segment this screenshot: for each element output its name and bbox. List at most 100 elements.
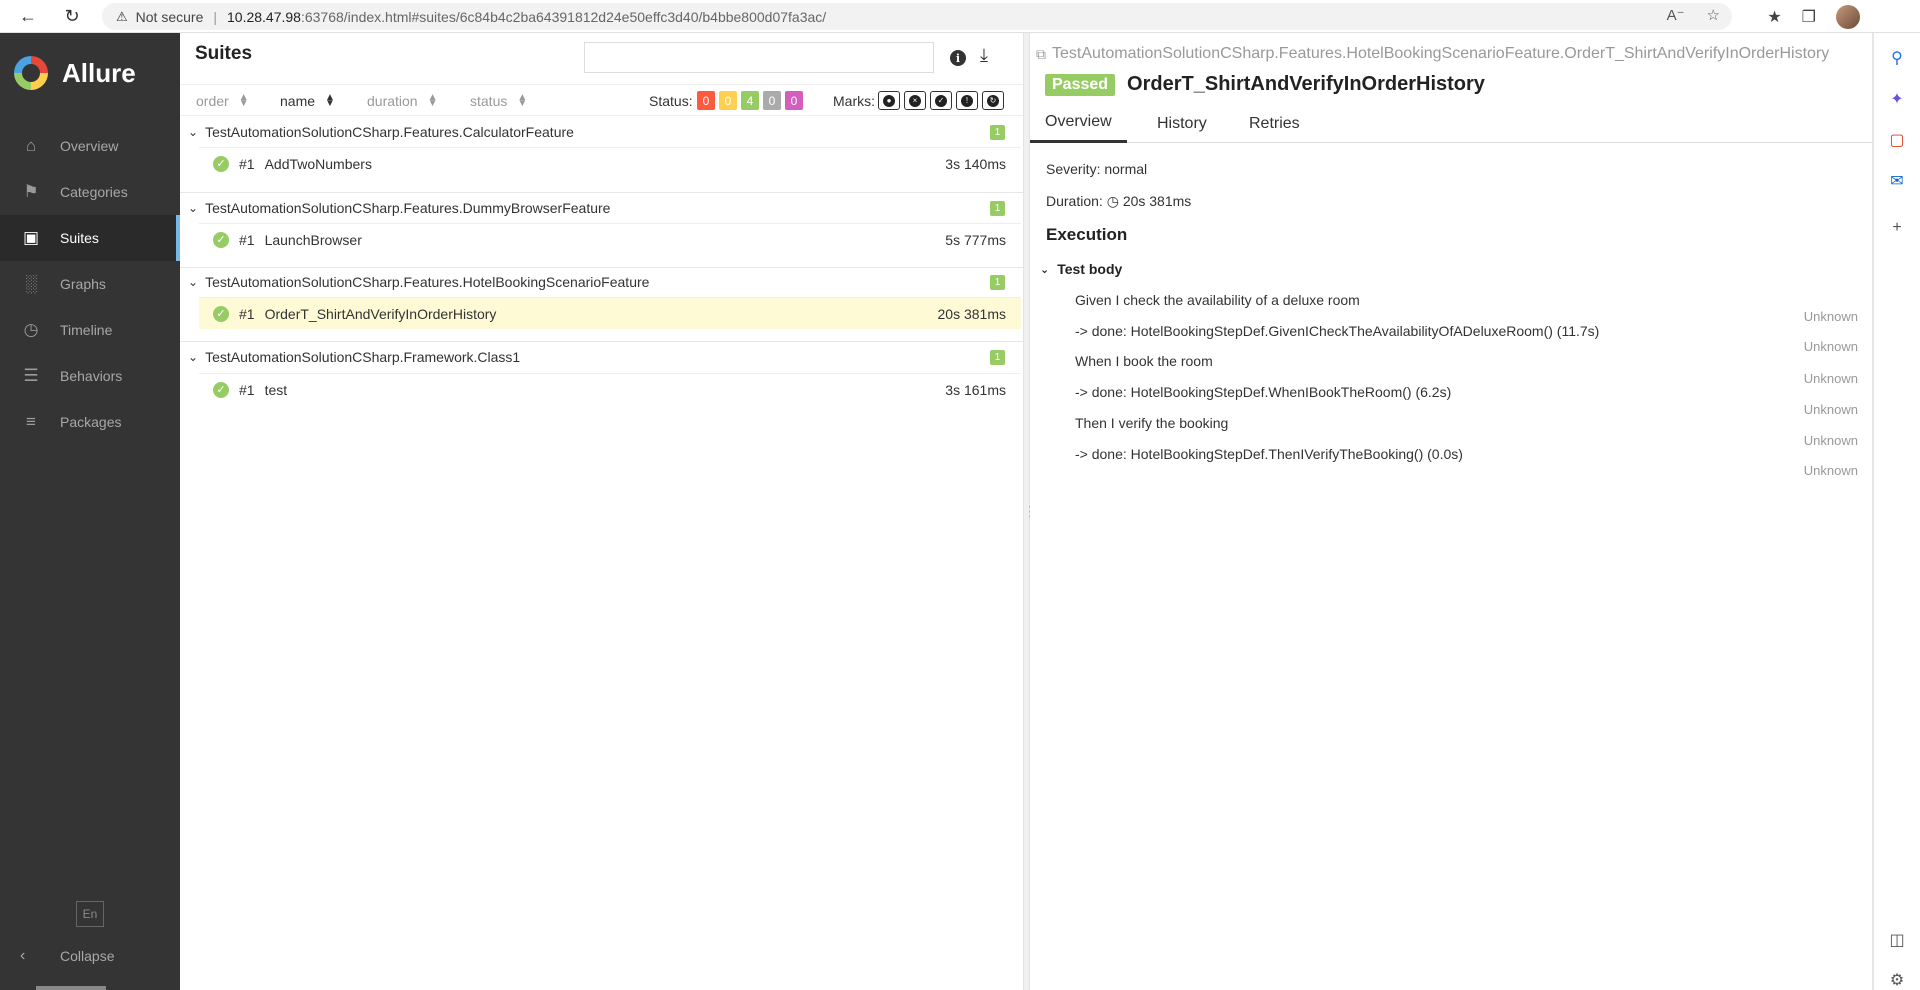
- count-badge: 1: [990, 125, 1005, 140]
- nav-packages[interactable]: ≡ Packages: [0, 399, 180, 445]
- collapse-button[interactable]: ‹ Collapse: [20, 941, 114, 971]
- test-duration: 5s 777ms: [945, 232, 1006, 248]
- nav-overview[interactable]: ⌂ Overview: [0, 123, 180, 169]
- home-icon: ⌂: [25, 136, 37, 155]
- count-badge: 1: [990, 275, 1005, 290]
- favorites-icon[interactable]: ★: [1767, 7, 1781, 27]
- sort-name[interactable]: name ▲ ▼: [280, 92, 335, 110]
- tab-history[interactable]: History: [1142, 104, 1222, 143]
- step-status: Unknown: [1803, 309, 1858, 324]
- mark-new-failed[interactable]: ×: [904, 91, 926, 110]
- chevron-left-icon: ‹: [20, 947, 26, 964]
- nav-label: Categories: [60, 184, 128, 200]
- chevron-down-icon: ⌄: [188, 350, 199, 364]
- step-text: -> done: HotelBookingStepDef.GivenICheck…: [1075, 323, 1600, 339]
- test-row[interactable]: ✓ #1 test 3s 161ms: [199, 373, 1021, 405]
- check-circle-icon: ✓: [213, 305, 229, 322]
- sort-label: name: [280, 93, 316, 109]
- mark-new-passed[interactable]: ✓: [930, 91, 952, 110]
- test-title-row: Passed OrderT_ShirtAndVerifyInOrderHisto…: [1045, 73, 1485, 96]
- suite-group: ⌄ TestAutomationSolutionCSharp.Framework.…: [180, 342, 1023, 372]
- collapse-label: Collapse: [60, 948, 115, 964]
- times-circle-icon: ×: [909, 94, 921, 107]
- read-aloud-icon[interactable]: A⁻: [1667, 6, 1685, 24]
- nav-label: Timeline: [60, 322, 113, 338]
- pane-splitter[interactable]: [1023, 33, 1037, 990]
- address-bar[interactable]: ⚠ Not secure | 10.28.47.98:63768/index.h…: [102, 3, 1732, 30]
- test-name: OrderT_ShirtAndVerifyInOrderHistory: [264, 305, 497, 322]
- step-status: Unknown: [1803, 371, 1858, 386]
- profile-avatar[interactable]: [1836, 4, 1860, 29]
- search-icon[interactable]: ⚲: [1888, 49, 1906, 67]
- nav-label: Graphs: [60, 276, 106, 292]
- status-unknown-badge[interactable]: 0: [785, 91, 803, 110]
- status-failed-badge[interactable]: 0: [697, 91, 715, 110]
- execution-heading: Execution: [1046, 225, 1128, 244]
- nav-label: Packages: [60, 414, 122, 430]
- copilot-icon[interactable]: ✦: [1888, 90, 1906, 108]
- refresh-icon[interactable]: ↻: [52, 0, 92, 33]
- suite-group-header[interactable]: ⌄ TestAutomationSolutionCSharp.Features.D…: [180, 193, 1023, 223]
- mark-flaky[interactable]: ●: [878, 91, 900, 110]
- gear-icon[interactable]: ⚙: [1888, 971, 1906, 989]
- allure-logo[interactable]: Allure: [0, 33, 180, 113]
- download-icon[interactable]: ⤓: [980, 45, 988, 66]
- step-status: Unknown: [1803, 463, 1858, 478]
- list-icon: ☰: [23, 366, 39, 385]
- mark-new-broken[interactable]: !: [956, 91, 978, 110]
- nav-suites[interactable]: ▣ Suites: [0, 215, 180, 261]
- sort-order[interactable]: order ▲ ▼: [196, 92, 249, 110]
- nav-timeline[interactable]: ◷ Timeline: [0, 307, 180, 353]
- test-number: #1: [239, 381, 255, 398]
- nav-label: Suites: [60, 230, 99, 246]
- collections-icon[interactable]: ❐: [1802, 7, 1816, 27]
- test-row-selected[interactable]: ✓ #1 OrderT_ShirtAndVerifyInOrderHistory 20…: [199, 297, 1021, 329]
- suite-group: ⌄ TestAutomationSolutionCSharp.Features.H…: [180, 267, 1023, 297]
- outlook-icon[interactable]: ✉: [1888, 172, 1906, 190]
- sidebar-layout-icon[interactable]: ◫: [1888, 931, 1906, 949]
- sort-status[interactable]: status ▲ ▼: [470, 93, 527, 110]
- tab-overview[interactable]: Overview: [1030, 104, 1127, 143]
- back-arrow-icon[interactable]: ←: [8, 0, 48, 33]
- language-switch[interactable]: En: [76, 901, 104, 927]
- nav-label: Overview: [60, 138, 119, 154]
- exclamation-circle-icon: !: [961, 94, 973, 107]
- sort-label: order: [196, 93, 229, 109]
- browser-sidebar: ⚲ ✦ ▢ ✉ + ◫ ⚙: [1873, 33, 1920, 990]
- office-icon[interactable]: ▢: [1888, 131, 1906, 149]
- test-name: LaunchBrowser: [264, 231, 362, 248]
- nav-graphs[interactable]: ░ Graphs: [0, 261, 180, 307]
- copy-icon[interactable]: ⧉: [1036, 46, 1046, 63]
- sort-arrows-icon: ▲ ▼: [238, 92, 249, 109]
- status-skipped-badge[interactable]: 0: [763, 91, 781, 110]
- sort-duration[interactable]: duration ▲ ▼: [367, 93, 438, 110]
- status-passed-badge[interactable]: 4: [741, 91, 759, 110]
- nav-categories[interactable]: ⚑ Categories: [0, 169, 180, 215]
- suite-group-header[interactable]: ⌄ TestAutomationSolutionCSharp.Framework.…: [180, 342, 1023, 372]
- info-icon[interactable]: i: [950, 50, 966, 66]
- favorite-add-icon[interactable]: ☆: [1707, 6, 1720, 24]
- suite-group: ⌄ TestAutomationSolutionCSharp.Features.D…: [180, 193, 1023, 223]
- status-broken-badge[interactable]: 0: [719, 91, 737, 110]
- test-body-toggle[interactable]: ⌄ Test body: [1040, 261, 1122, 277]
- mark-retries[interactable]: ↻: [982, 91, 1004, 110]
- sort-arrows-icon: ▲ ▼: [325, 92, 335, 109]
- sort-label: duration: [367, 93, 418, 109]
- refresh-icon: ↻: [987, 94, 999, 107]
- test-number: #1: [239, 155, 255, 172]
- nav-behaviors[interactable]: ☰ Behaviors: [0, 353, 180, 399]
- suite-group: ⌄ TestAutomationSolutionCSharp.Features.C…: [180, 117, 1023, 147]
- search-input[interactable]: [584, 42, 934, 73]
- add-icon[interactable]: +: [1888, 219, 1906, 237]
- test-row[interactable]: ✓ #1 AddTwoNumbers 3s 140ms: [199, 147, 1021, 179]
- align-left-icon: ≡: [26, 412, 36, 431]
- tab-retries[interactable]: Retries: [1234, 104, 1315, 143]
- browser-toolbar: ← ↻ ⚠ Not secure | 10.28.47.98:63768/ind…: [0, 0, 1920, 33]
- test-row[interactable]: ✓ #1 LaunchBrowser 5s 777ms: [199, 223, 1021, 255]
- suite-group-header[interactable]: ⌄ TestAutomationSolutionCSharp.Features.H…: [180, 267, 1023, 297]
- warning-icon: ⚠: [116, 8, 128, 24]
- test-name: AddTwoNumbers: [264, 155, 372, 172]
- step-status: Unknown: [1803, 402, 1858, 417]
- duration-label: Duration:: [1046, 193, 1103, 209]
- suite-group-header[interactable]: ⌄ TestAutomationSolutionCSharp.Features.C…: [180, 117, 1023, 147]
